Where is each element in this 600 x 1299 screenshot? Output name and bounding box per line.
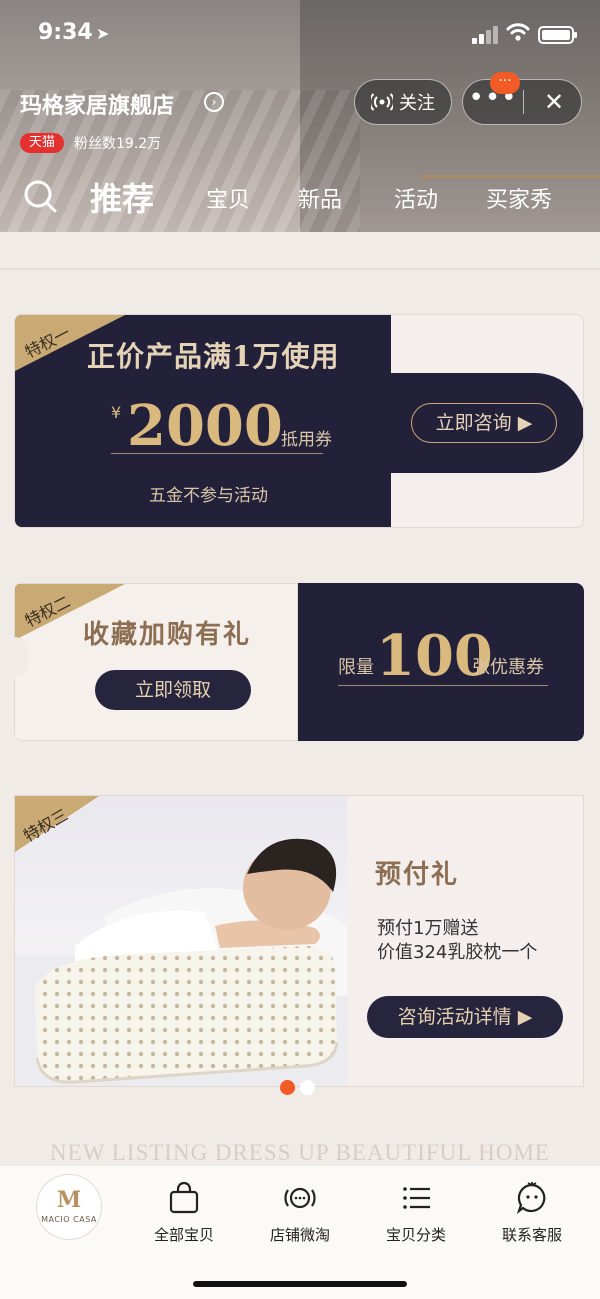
limit-label: 限量 [338, 657, 374, 678]
claim-button[interactable]: 立即领取 [95, 670, 251, 710]
home-indicator [193, 1281, 407, 1287]
latex-pillow-photo: 特权三 [15, 796, 347, 1086]
follow-label: 关注 [399, 93, 435, 114]
underline [111, 453, 323, 454]
follow-button[interactable]: 关注 [354, 79, 452, 125]
wifi-icon [506, 23, 530, 41]
prepay-description-1: 预付1万赠送 [377, 918, 479, 939]
coupon-label: 张优惠券 [472, 657, 544, 678]
coupon-dark-panel: 限量 100 张优惠券 [298, 583, 584, 741]
privilege-title: 收藏加购有礼 [83, 620, 252, 650]
shopping-bag-icon [169, 1181, 199, 1214]
activity-details-button[interactable]: 咨询活动详情 ▶ [367, 996, 563, 1038]
tab-buyer-show[interactable]: 买家秀 [486, 182, 552, 214]
chevron-right-icon[interactable]: › [204, 92, 224, 112]
coupon-value: 2000 [127, 393, 283, 459]
privilege-card-1[interactable]: 特权一 正价产品满1万使用 ¥ 2000 抵用券 五金不参与活动 立即咨询 ▶ [14, 314, 584, 528]
message-badge: ··· [490, 72, 520, 94]
tab-new[interactable]: 新品 [298, 182, 342, 214]
capsule-divider [523, 90, 524, 114]
nav-customer-service[interactable]: 联系客服 [482, 1180, 582, 1245]
store-tabs: 推荐 宝贝 新品 活动 买家秀 [0, 172, 600, 222]
list-icon [403, 1187, 430, 1209]
search-icon[interactable] [22, 178, 58, 214]
coupon-light-panel: 特权二 收藏加购有礼 立即领取 [14, 583, 298, 741]
carousel-dot[interactable] [280, 1080, 295, 1095]
broadcast-chat-icon [284, 1187, 316, 1209]
privilege-note: 五金不参与活动 [149, 486, 268, 506]
tmall-badge: 天猫 [20, 133, 64, 153]
store-logo[interactable]: M MACIO CASA [36, 1174, 102, 1240]
privilege-card-2[interactable]: 特权二 收藏加购有礼 立即领取 限量 100 张优惠券 [14, 583, 584, 741]
cellular-signal-icon [472, 26, 500, 44]
tab-items[interactable]: 宝贝 [206, 182, 250, 214]
logo-text: MACIO CASA [41, 1215, 97, 1224]
consult-button[interactable]: 立即咨询 ▶ [411, 403, 557, 443]
privilege-title: 正价产品满1万使用 [87, 340, 340, 373]
store-name[interactable]: 玛格家居旗舰店 [20, 88, 174, 120]
battery-icon [538, 26, 577, 44]
prepay-description-2: 价值324乳胶枕一个 [377, 942, 538, 963]
tab-recommend[interactable]: 推荐 [90, 174, 154, 220]
status-time: 9:34 [38, 20, 93, 45]
fans-count: 粉丝数19.2万 [74, 136, 162, 152]
privilege-title: 预付礼 [375, 860, 460, 890]
broadcast-icon [371, 93, 393, 111]
tab-activity[interactable]: 活动 [394, 182, 438, 214]
carousel-indicator [280, 1080, 320, 1096]
logo-mark: M [56, 1187, 82, 1213]
privilege-card-3[interactable]: 特权三 预付礼 预付1万赠送 价值324乳胶枕一个 咨询活动详情 ▶ [14, 795, 584, 1087]
carousel-dot[interactable] [300, 1080, 315, 1095]
coupon-unit: 抵用券 [281, 430, 332, 450]
location-arrow-icon: ➤ [96, 24, 110, 43]
nav-all-items[interactable]: 全部宝贝 [134, 1180, 234, 1245]
nav-store-feed[interactable]: 店铺微淘 [250, 1180, 350, 1245]
status-bar: 9:34 ➤ [0, 0, 600, 70]
service-chat-icon [516, 1182, 546, 1214]
bottom-nav: M MACIO CASA 全部宝贝 店铺微淘 宝贝分类 联系客服 [0, 1166, 600, 1299]
nav-categories[interactable]: 宝贝分类 [366, 1180, 466, 1245]
banner-slogan: NEW LISTING DRESS UP BEAUTIFUL HOME [50, 1140, 550, 1165]
underline [338, 685, 548, 686]
currency-symbol: ¥ [111, 403, 122, 422]
divider [0, 268, 600, 270]
store-header: 9:34 ➤ 玛格家居旗舰店 › 天猫 粉丝数19.2万 关注 ••• ✕ ··… [0, 0, 600, 232]
close-button[interactable]: ✕ [525, 80, 583, 124]
mini-program-capsule: ••• ✕ [462, 79, 582, 125]
